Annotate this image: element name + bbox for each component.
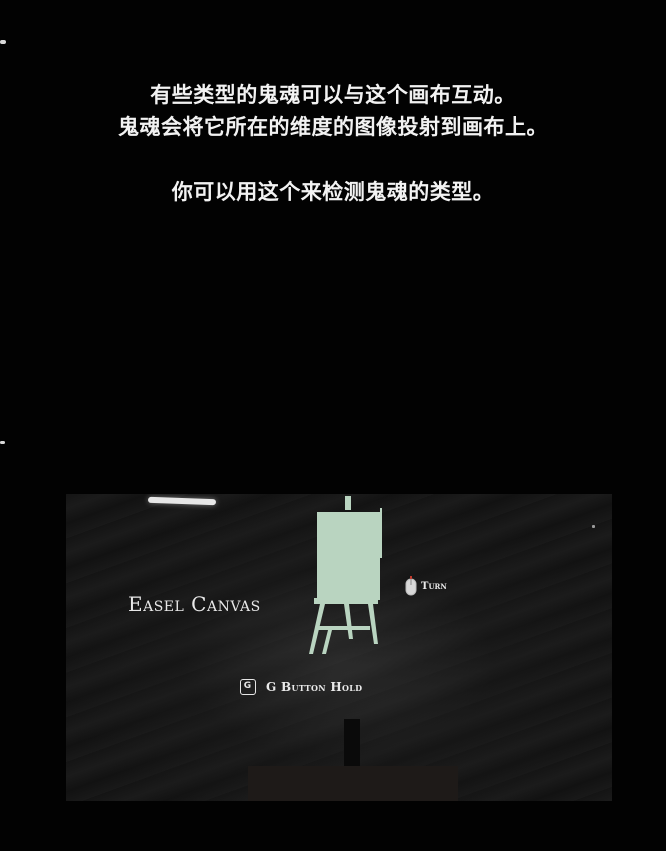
mouse-icon [405, 576, 417, 596]
item-preview-panel: Easel Canvas Turn G G Button Hold [66, 494, 612, 801]
pickup-label: G Button Hold [266, 680, 363, 694]
dust-speck [592, 525, 595, 528]
background-pillar [344, 719, 360, 769]
floor-block [248, 766, 458, 801]
key-glyph: G [243, 681, 252, 691]
tutorial-line-3: 你可以用这个来检测鬼魂的类型。 [171, 179, 495, 204]
turn-label: Turn [421, 580, 447, 592]
key-g-icon: G [240, 679, 256, 695]
tutorial-line-2: 鬼魂会将它所在的维度的图像投射到画布上。 [118, 114, 548, 139]
edge-glint [0, 40, 6, 44]
easel-canvas-icon[interactable] [306, 494, 396, 664]
turn-hint: Turn [405, 576, 447, 596]
game-screen: 有些类型的鬼魂可以与这个画布互动。 鬼魂会将它所在的维度的图像投射到画布上。 你… [0, 0, 666, 851]
edge-glint [0, 441, 5, 444]
ceiling-light [147, 496, 217, 506]
pickup-hint: G G Button Hold [240, 679, 362, 695]
tutorial-line-1: 有些类型的鬼魂可以与这个画布互动。 [150, 82, 516, 107]
object-name-label: Easel Canvas [128, 592, 261, 616]
